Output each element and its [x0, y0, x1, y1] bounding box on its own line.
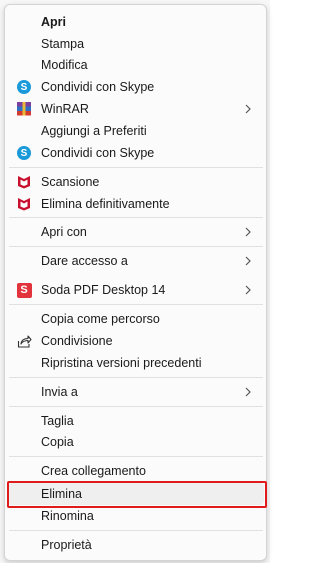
- skype-icon: S: [16, 145, 32, 161]
- menu-item-label: Aggiungi a Preferiti: [41, 124, 147, 138]
- menu-item-label: Apri con: [41, 225, 87, 239]
- menu-item-label: Invia a: [41, 385, 78, 399]
- menu-item-taglia[interactable]: Taglia: [8, 410, 264, 432]
- menu-item-modifica[interactable]: Modifica: [8, 54, 264, 76]
- menu-separator: [9, 406, 263, 407]
- menu-item-label: Copia come percorso: [41, 312, 160, 326]
- menu-item-label: Condivisione: [41, 334, 113, 348]
- menu-separator: [9, 304, 263, 305]
- menu-item-label: Apri: [41, 15, 66, 29]
- chevron-right-icon: [245, 104, 251, 114]
- menu-item-copia[interactable]: Copia: [8, 431, 264, 453]
- menu-item-label: WinRAR: [41, 102, 89, 116]
- menu-separator: [9, 246, 263, 247]
- menu-item-soda-pdf[interactable]: S Soda PDF Desktop 14: [8, 279, 264, 301]
- menu-separator: [9, 530, 263, 531]
- menu-item-dare-accesso[interactable]: Dare accesso a: [8, 250, 264, 272]
- menu-item-apri[interactable]: Apri: [8, 11, 264, 33]
- menu-item-label: Condividi con Skype: [41, 80, 155, 94]
- menu-item-condividi-skype[interactable]: S Condividi con Skype: [8, 76, 264, 98]
- menu-item-label: Elimina: [41, 487, 82, 501]
- menu-item-label: Modifica: [41, 58, 88, 72]
- chevron-right-icon: [245, 285, 251, 295]
- mcafee-icon: [16, 196, 32, 212]
- chevron-right-icon: [245, 256, 251, 266]
- menu-item-apri-con[interactable]: Apri con: [8, 221, 264, 243]
- menu-item-label: Dare accesso a: [41, 254, 128, 268]
- menu-item-label: Crea collegamento: [41, 464, 146, 478]
- menu-item-aggiungi-preferiti[interactable]: Aggiungi a Preferiti: [8, 120, 264, 142]
- menu-item-label: Ripristina versioni precedenti: [41, 356, 202, 370]
- mcafee-icon: [16, 174, 32, 190]
- context-menu: Apri Stampa Modifica S Condividi con Sky…: [4, 4, 267, 561]
- menu-item-ripristina-versioni[interactable]: Ripristina versioni precedenti: [8, 352, 264, 374]
- menu-separator: [9, 456, 263, 457]
- menu-item-scansione[interactable]: Scansione: [8, 171, 264, 193]
- menu-item-label: Stampa: [41, 37, 85, 51]
- menu-separator: [9, 217, 263, 218]
- chevron-right-icon: [245, 387, 251, 397]
- menu-item-label: Proprietà: [41, 538, 92, 552]
- menu-separator: [9, 167, 263, 168]
- winrar-icon: [16, 101, 32, 117]
- menu-item-label: Condividi con Skype: [41, 146, 155, 160]
- menu-item-label: Copia: [41, 435, 74, 449]
- menu-item-stampa[interactable]: Stampa: [8, 33, 264, 55]
- menu-item-proprieta[interactable]: Proprietà: [8, 534, 264, 556]
- menu-item-condividi-skype-2[interactable]: S Condividi con Skype: [8, 142, 264, 164]
- menu-item-elimina-definitivamente[interactable]: Elimina definitivamente: [8, 193, 264, 215]
- menu-item-crea-collegamento[interactable]: Crea collegamento: [8, 460, 264, 482]
- menu-item-invia-a[interactable]: Invia a: [8, 381, 264, 403]
- menu-item-label: Scansione: [41, 175, 100, 189]
- menu-item-copia-percorso[interactable]: Copia come percorso: [8, 308, 264, 330]
- chevron-right-icon: [245, 227, 251, 237]
- soda-pdf-icon: S: [16, 282, 32, 298]
- menu-item-rinomina[interactable]: Rinomina: [8, 505, 264, 527]
- menu-item-elimina[interactable]: Elimina: [7, 481, 267, 508]
- menu-item-label: Taglia: [41, 414, 74, 428]
- menu-separator: [9, 377, 263, 378]
- menu-item-label: Rinomina: [41, 509, 94, 523]
- skype-icon: S: [16, 79, 32, 95]
- menu-item-condivisione[interactable]: Condivisione: [8, 330, 264, 352]
- menu-item-winrar[interactable]: WinRAR: [8, 98, 264, 120]
- share-icon: [16, 333, 32, 349]
- menu-item-label: Soda PDF Desktop 14: [41, 283, 166, 297]
- menu-item-label: Elimina definitivamente: [41, 197, 170, 211]
